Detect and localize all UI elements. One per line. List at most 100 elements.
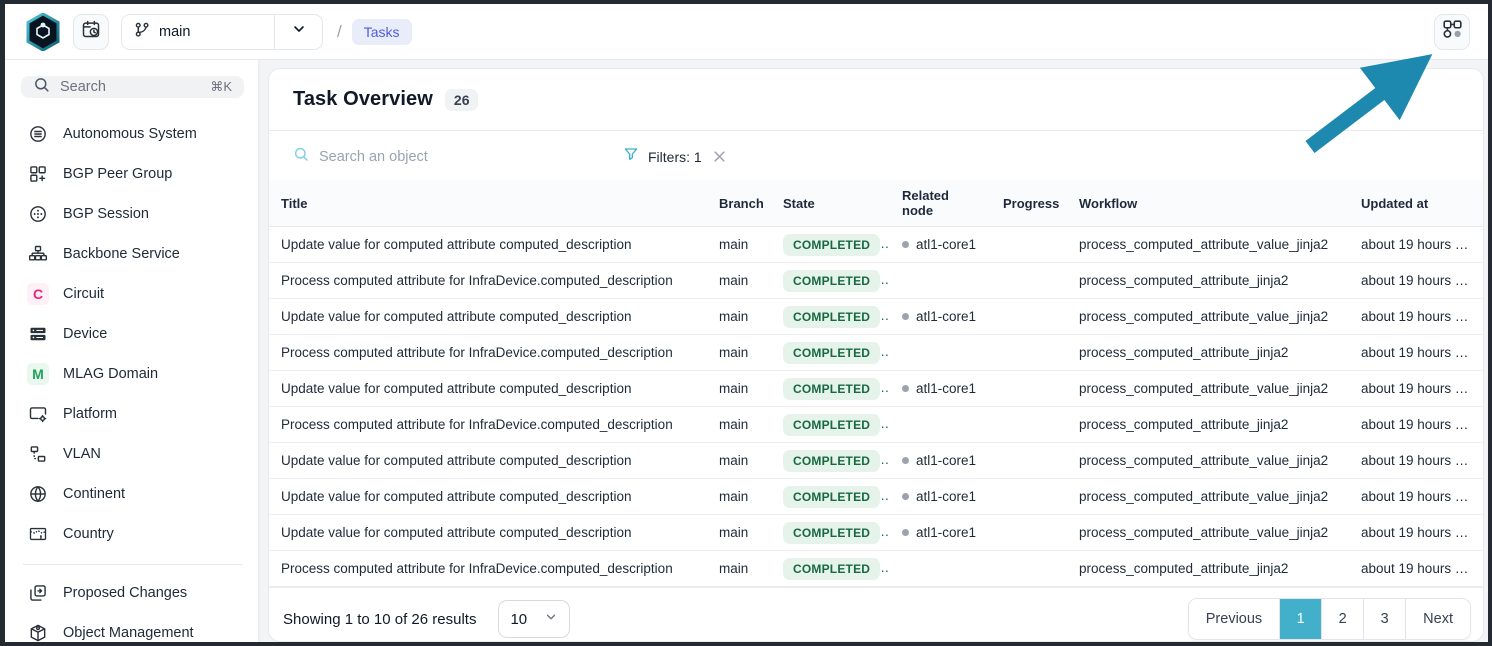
table-row[interactable]: Update value for computed attribute comp… (269, 515, 1483, 551)
bgp-session-icon (27, 203, 49, 225)
related-node (890, 407, 991, 443)
sidebar-item-object-management[interactable]: Object Management (21, 613, 244, 642)
sidebar-item-autonomous-system[interactable]: Autonomous System (21, 114, 244, 154)
branch-selector-value: main (122, 15, 274, 49)
infrahub-logo-icon[interactable] (25, 12, 61, 52)
sidebar-item-country[interactable]: Country (21, 514, 244, 554)
task-title: Update value for computed attribute comp… (269, 371, 707, 407)
object-search-input[interactable]: Search an object (293, 146, 503, 167)
time-travel-button[interactable] (73, 14, 109, 50)
related-node: atl1-core1 (916, 525, 976, 540)
task-branch: main (707, 479, 771, 515)
task-branch: main (707, 515, 771, 551)
sidebar-item-backbone-service[interactable]: Backbone Service (21, 234, 244, 274)
sidebar-item-label: Autonomous System (63, 126, 197, 142)
node-dot-icon (902, 313, 909, 320)
task-workflow: process_computed_attribute_jinja2 (1067, 551, 1349, 587)
mlag-letter-badge: M (27, 363, 49, 385)
clear-filters-icon[interactable] (712, 149, 727, 164)
column-header-state: State (771, 180, 890, 227)
sidebar-nav: Autonomous System BGP Peer Group BGP Ses… (21, 114, 244, 642)
table-row[interactable]: Update value for computed attribute comp… (269, 443, 1483, 479)
task-progress (991, 299, 1067, 335)
branch-selector-toggle[interactable] (274, 15, 322, 49)
table-row[interactable]: Update value for computed attribute comp… (269, 299, 1483, 335)
task-title: Update value for computed attribute comp… (269, 299, 707, 335)
device-icon (27, 323, 49, 345)
sidebar-item-platform[interactable]: Platform (21, 394, 244, 434)
sidebar-item-continent[interactable]: Continent (21, 474, 244, 514)
task-workflow: process_computed_attribute_value_jinja2 (1067, 227, 1349, 263)
table-row[interactable]: Process computed attribute for InfraDevi… (269, 551, 1483, 587)
column-header-workflow: Workflow (1067, 180, 1349, 227)
task-updated-at: about 19 hours ago (1349, 335, 1483, 371)
sidebar-item-bgp-peer-group[interactable]: BGP Peer Group (21, 154, 244, 194)
sidebar-item-label: Country (63, 526, 114, 542)
filters-button[interactable]: Filters: 1 (623, 146, 702, 167)
page-button-1[interactable]: 1 (1279, 599, 1321, 639)
page-button-3[interactable]: 3 (1363, 599, 1405, 639)
task-branch: main (707, 443, 771, 479)
bgp-peer-group-icon (27, 163, 49, 185)
sidebar-item-proposed-changes[interactable]: Proposed Changes (21, 573, 244, 613)
task-progress (991, 263, 1067, 299)
status-badge: COMPLETED (783, 486, 880, 508)
task-progress (991, 335, 1067, 371)
app-window: main / Tasks (0, 0, 1492, 646)
sidebar-item-label: VLAN (63, 446, 101, 462)
task-workflow: process_computed_attribute_jinja2 (1067, 335, 1349, 371)
task-count-badge: 26 (445, 89, 479, 111)
sidebar-item-vlan[interactable]: VLAN (21, 434, 244, 474)
table-row[interactable]: Process computed attribute for InfraDevi… (269, 263, 1483, 299)
column-header-related-node: Related node (890, 180, 991, 227)
table-row[interactable]: Process computed attribute for InfraDevi… (269, 335, 1483, 371)
git-branch-icon (134, 21, 151, 42)
table-row[interactable]: Update value for computed attribute comp… (269, 371, 1483, 407)
page-button-2[interactable]: 2 (1321, 599, 1363, 639)
sidebar-item-device[interactable]: Device (21, 314, 244, 354)
branch-name: main (159, 24, 190, 40)
task-workflow: process_computed_attribute_jinja2 (1067, 263, 1349, 299)
sidebar-item-mlag-domain[interactable]: M MLAG Domain (21, 354, 244, 394)
status-badge: COMPLETED (783, 270, 880, 292)
task-workflow: process_computed_attribute_value_jinja2 (1067, 371, 1349, 407)
schema-visualizer-button[interactable] (1434, 14, 1470, 50)
task-title: Process computed attribute for InfraDevi… (269, 407, 707, 443)
related-node: atl1-core1 (916, 381, 976, 396)
next-page-button[interactable]: Next (1405, 599, 1470, 639)
task-updated-at: about 19 hours ago (1349, 263, 1483, 299)
sidebar-search[interactable]: Search ⌘K (21, 76, 244, 98)
status-badge: COMPLETED (783, 234, 880, 256)
table-row[interactable]: Update value for computed attribute comp… (269, 227, 1483, 263)
task-updated-at: about 19 hours ago (1349, 515, 1483, 551)
task-branch: main (707, 227, 771, 263)
task-workflow: process_computed_attribute_value_jinja2 (1067, 443, 1349, 479)
search-shortcut: ⌘K (210, 79, 232, 95)
chevron-down-icon (291, 21, 307, 42)
search-icon (293, 146, 309, 167)
sidebar-item-circuit[interactable]: C Circuit (21, 274, 244, 314)
sidebar-item-label: Platform (63, 406, 117, 422)
filter-bar: Search an object Filters: 1 (269, 131, 1483, 180)
branch-selector[interactable]: main (121, 14, 323, 50)
previous-page-button[interactable]: Previous (1189, 599, 1279, 639)
table-row[interactable]: Process computed attribute for InfraDevi… (269, 407, 1483, 443)
node-dot-icon (902, 385, 909, 392)
sidebar-item-label: Backbone Service (63, 246, 180, 262)
related-node: atl1-core1 (916, 237, 976, 252)
page-size-select[interactable]: 10 (498, 600, 570, 638)
task-progress (991, 443, 1067, 479)
circuit-letter-badge: C (27, 283, 49, 305)
related-node: atl1-core1 (916, 309, 976, 324)
object-search-placeholder: Search an object (319, 149, 428, 165)
sidebar-item-bgp-session[interactable]: BGP Session (21, 194, 244, 234)
sidebar-item-label: Device (63, 326, 107, 342)
task-updated-at: about 19 hours ago (1349, 407, 1483, 443)
breadcrumb-current-tasks[interactable]: Tasks (352, 19, 412, 45)
autonomous-system-icon (27, 123, 49, 145)
status-badge: COMPLETED (783, 450, 880, 472)
table-row[interactable]: Update value for computed attribute comp… (269, 479, 1483, 515)
filter-funnel-icon (623, 146, 639, 167)
page-size-value: 10 (510, 611, 527, 628)
sidebar-item-label: Proposed Changes (63, 585, 187, 601)
